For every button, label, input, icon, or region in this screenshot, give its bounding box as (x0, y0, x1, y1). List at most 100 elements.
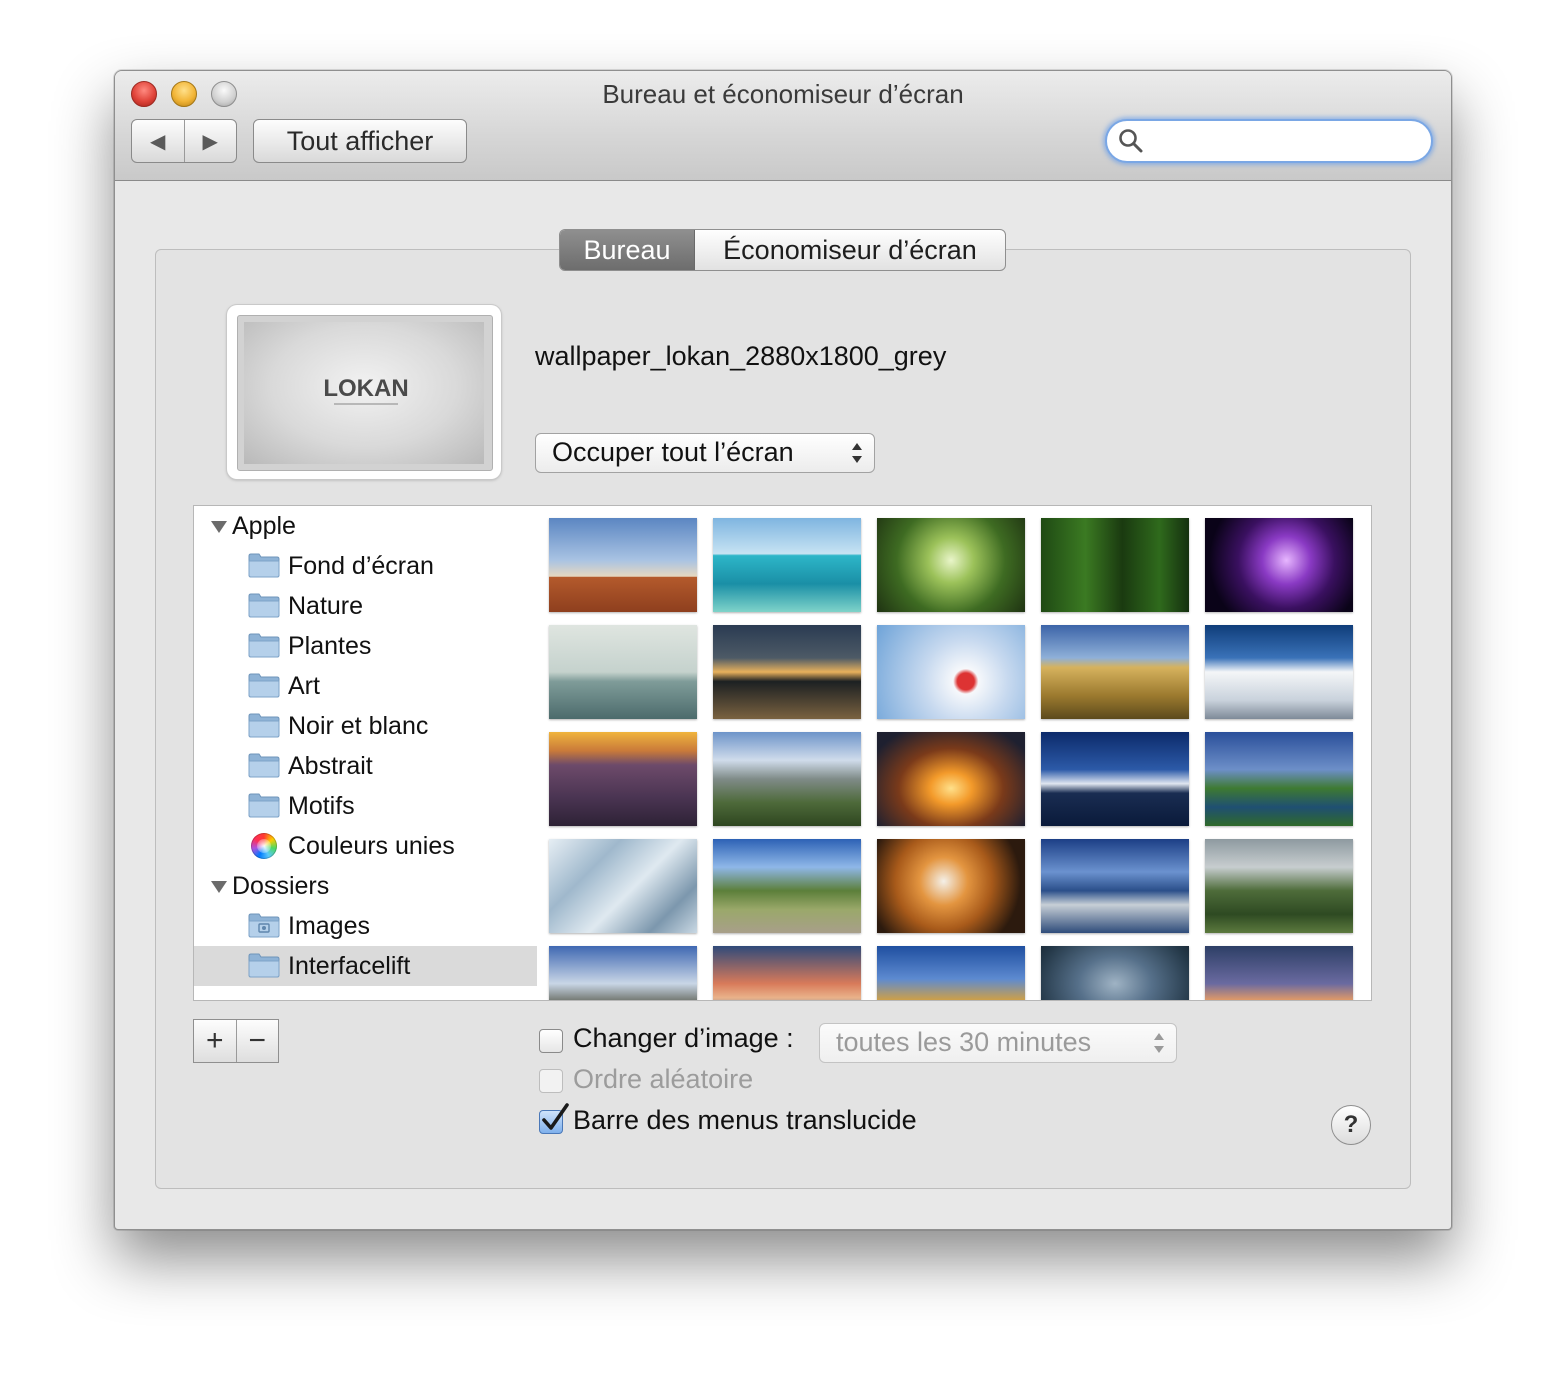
source-item[interactable]: Interfacelift (194, 946, 538, 986)
folder-icon (248, 953, 280, 978)
add-remove-group: + − (193, 1019, 279, 1063)
wallpaper-thumbnail[interactable] (1041, 839, 1189, 933)
wallpaper-thumbnail[interactable] (877, 839, 1025, 933)
wallpaper-thumbnail[interactable] (1041, 946, 1189, 1000)
folder-icon (248, 913, 280, 938)
folder-icon (248, 713, 280, 738)
source-item-label: Interfacelift (288, 952, 411, 980)
wallpaper-name: wallpaper_lokan_2880x1800_grey (535, 341, 947, 371)
source-item[interactable]: Fond d’écran (194, 546, 538, 586)
wallpaper-thumbnail[interactable] (549, 946, 697, 1000)
wallpaper-thumbnail[interactable] (713, 946, 861, 1000)
forward-arrow-icon: ▶ (202, 130, 218, 153)
folder-icon (248, 633, 280, 658)
source-item[interactable]: Noir et blanc (194, 706, 538, 746)
checkmark-icon (542, 1103, 569, 1130)
folder-icon (248, 553, 280, 578)
interval-popup[interactable]: toutes les 30 minutes (819, 1023, 1177, 1063)
wallpaper-thumbnail[interactable] (713, 625, 861, 719)
window-title: Bureau et économiseur d’écran (602, 79, 964, 109)
updown-arrows-icon (1154, 1033, 1164, 1053)
wallpaper-thumbnail[interactable] (1205, 839, 1353, 933)
disclosure-triangle-icon[interactable] (210, 880, 228, 894)
source-item[interactable]: Nature (194, 586, 538, 626)
color-wheel-icon (251, 833, 277, 859)
updown-arrows-icon (852, 443, 862, 463)
source-list: Apple Fond d’écran Nature Plantes Art Noir et… (193, 505, 539, 1001)
source-item-label: Plantes (288, 632, 372, 660)
back-arrow-icon: ◀ (150, 130, 166, 153)
preview-frame: LOKAN (237, 315, 493, 471)
wallpaper-thumbnail[interactable] (549, 625, 697, 719)
source-item-label: Couleurs unies (288, 832, 455, 860)
wallpaper-thumbnail[interactable] (549, 839, 697, 933)
source-item-label: Art (288, 672, 320, 700)
source-item[interactable]: Abstrait (194, 746, 538, 786)
wallpaper-thumbnail[interactable] (713, 839, 861, 933)
preferences-window: Bureau et économiseur d’écran ◀ ▶ Tout a… (114, 70, 1452, 1230)
wallpaper-thumbnail[interactable] (549, 732, 697, 826)
source-item-label: Motifs (288, 792, 355, 820)
random-order-label: Ordre aléatoire (573, 1064, 754, 1094)
wallpaper-thumbnail[interactable] (1041, 625, 1189, 719)
add-folder-button[interactable]: + (194, 1020, 236, 1062)
source-item[interactable]: Couleurs unies (194, 826, 538, 866)
search-field[interactable] (1105, 119, 1433, 163)
disclosure-triangle-icon[interactable] (210, 520, 228, 534)
folder-icon (248, 793, 280, 818)
wallpaper-thumbnail[interactable] (877, 946, 1025, 1000)
preview-image: LOKAN (244, 322, 484, 464)
thumbnail-grid (537, 505, 1372, 1001)
source-item-label: Images (288, 912, 370, 940)
show-all-button[interactable]: Tout afficher (253, 119, 467, 163)
tab-desktop[interactable]: Bureau (560, 230, 695, 270)
wallpaper-thumbnail[interactable] (1205, 732, 1353, 826)
wallpaper-thumbnail[interactable] (1041, 732, 1189, 826)
source-item[interactable]: Art (194, 666, 538, 706)
source-group[interactable]: Dossiers (194, 866, 538, 906)
source-item[interactable]: Images (194, 906, 538, 946)
wallpaper-thumbnail[interactable] (1205, 946, 1353, 1000)
translucent-menu-label: Barre des menus translucide (573, 1105, 917, 1135)
source-item-label: Apple (232, 512, 296, 540)
title-bar: Bureau et économiseur d’écran ◀ ▶ Tout a… (115, 71, 1451, 181)
wallpaper-thumbnail[interactable] (1205, 625, 1353, 719)
source-item-label: Noir et blanc (288, 712, 429, 740)
wallpaper-thumbnail[interactable] (877, 625, 1025, 719)
source-item[interactable]: Motifs (194, 786, 538, 826)
interval-value: toutes les 30 minutes (836, 1027, 1092, 1057)
change-picture-label: Changer d’image : (573, 1023, 794, 1053)
tab-screensaver[interactable]: Économiseur d’écran (695, 230, 1005, 270)
wallpaper-thumbnail[interactable] (877, 518, 1025, 612)
change-picture-checkbox[interactable] (539, 1029, 563, 1053)
back-button[interactable]: ◀ (132, 120, 184, 162)
folder-icon (248, 753, 280, 778)
folder-icon (248, 673, 280, 698)
wallpaper-thumbnail[interactable] (713, 518, 861, 612)
source-group[interactable]: Apple (194, 506, 538, 546)
search-input[interactable] (1151, 125, 1415, 157)
lokan-logo: LOKAN (323, 375, 409, 405)
back-forward-group: ◀ ▶ (131, 119, 237, 163)
folder-icon (248, 593, 280, 618)
wallpaper-preview: LOKAN (227, 305, 501, 479)
wallpaper-thumbnail[interactable] (1041, 518, 1189, 612)
source-item[interactable]: Plantes (194, 626, 538, 666)
source-item-label: Abstrait (288, 752, 373, 780)
tab-bar: Bureau Économiseur d’écran (559, 229, 1006, 271)
wallpaper-thumbnail[interactable] (877, 732, 1025, 826)
source-item-label: Dossiers (232, 872, 330, 900)
translucent-menu-checkbox[interactable] (539, 1103, 569, 1134)
fit-mode-value: Occuper tout l’écran (552, 437, 794, 467)
random-order-checkbox[interactable] (539, 1069, 563, 1093)
logo-text: LOKAN (323, 375, 408, 402)
wallpaper-thumbnail[interactable] (713, 732, 861, 826)
help-button[interactable]: ? (1331, 1105, 1371, 1145)
remove-folder-button[interactable]: − (235, 1020, 279, 1062)
fit-mode-popup[interactable]: Occuper tout l’écran (535, 433, 875, 473)
forward-button[interactable]: ▶ (183, 120, 237, 162)
search-icon (1119, 129, 1143, 153)
source-item-label: Nature (288, 592, 364, 620)
wallpaper-thumbnail[interactable] (549, 518, 697, 612)
wallpaper-thumbnail[interactable] (1205, 518, 1353, 612)
